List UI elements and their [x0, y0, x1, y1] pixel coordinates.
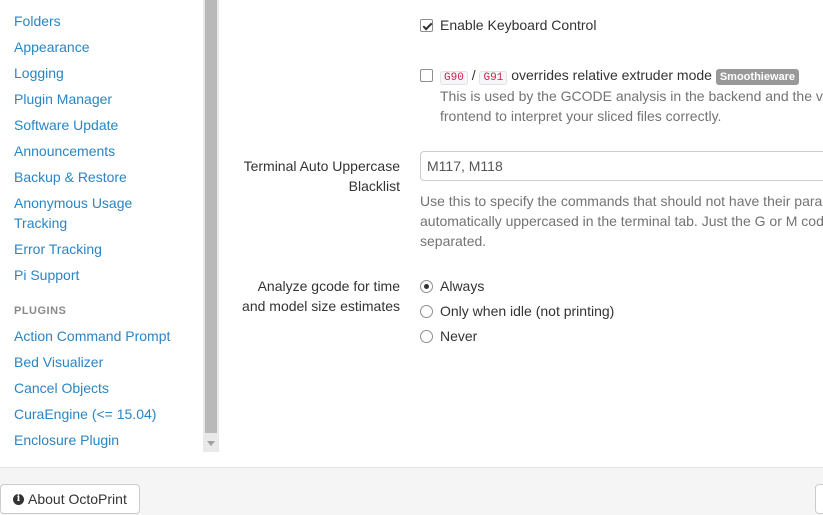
scroll-down-arrow-icon[interactable]	[203, 436, 219, 450]
sidebar-item-curaengine[interactable]: CuraEngine (<= 15.04)	[14, 404, 156, 424]
sidebar-scrollbar-thumb[interactable]	[205, 0, 217, 433]
analyze-gcode-option-idle: Only when idle (not printing)	[440, 303, 615, 319]
settings-sidebar: Folders Appearance Logging Plugin Manage…	[0, 0, 203, 462]
sidebar-item-bed-visualizer[interactable]: Bed Visualizer	[14, 352, 103, 372]
uppercase-blacklist-help-line2: automatically uppercased in the terminal…	[420, 213, 823, 229]
analyze-gcode-option-never: Never	[440, 328, 478, 344]
relative-extruder-help-line2: frontend to interpret your sliced files …	[440, 108, 722, 124]
relative-extruder-checkbox[interactable]	[420, 69, 433, 82]
analyze-gcode-radio-never[interactable]	[420, 330, 433, 343]
sidebar-item-anonymous-usage-tracking[interactable]: Anonymous Usage	[14, 193, 132, 213]
sidebar-item-software-update[interactable]: Software Update	[14, 115, 118, 135]
relative-extruder-help-line1: This is used by the GCODE analysis in th…	[440, 88, 823, 104]
sidebar-item-announcements[interactable]: Announcements	[14, 141, 115, 161]
code-separator: /	[471, 67, 476, 83]
analyze-gcode-radio-idle[interactable]	[420, 305, 433, 318]
sidebar-item-plugin-manager[interactable]: Plugin Manager	[14, 89, 112, 109]
analyze-gcode-label-line2: and model size estimates	[242, 298, 400, 314]
sidebar-item-action-command-prompt[interactable]: Action Command Prompt	[14, 326, 170, 346]
keyboard-control-checkbox[interactable]	[420, 19, 433, 32]
footer-right-button[interactable]	[815, 484, 823, 514]
analyze-gcode-option-always: Always	[440, 278, 485, 294]
about-octoprint-label: About OctoPrint	[28, 491, 127, 507]
uppercase-blacklist-help-line3: separated.	[420, 233, 487, 249]
sidebar-item-logging[interactable]: Logging	[14, 63, 64, 83]
keyboard-control-label: Enable Keyboard Control	[440, 17, 597, 33]
sidebar-item-backup-restore[interactable]: Backup & Restore	[14, 167, 127, 187]
info-circle-icon: i	[13, 493, 24, 505]
sidebar-item-enclosure-plugin[interactable]: Enclosure Plugin	[14, 430, 119, 450]
modal-footer: i About OctoPrint	[0, 467, 823, 515]
uppercase-blacklist-input[interactable]	[420, 151, 823, 181]
sidebar-item-pi-support[interactable]: Pi Support	[14, 265, 79, 285]
analyze-gcode-label-line1: Analyze gcode for time	[257, 278, 400, 294]
smoothieware-badge: Smoothieware	[715, 69, 800, 85]
sidebar-plugins-header: PLUGINS	[14, 305, 67, 317]
uppercase-blacklist-label-line2: Blacklist	[348, 178, 400, 194]
uppercase-blacklist-label-line1: Terminal Auto Uppercase	[243, 158, 400, 174]
sidebar-item-cancel-objects[interactable]: Cancel Objects	[14, 378, 109, 398]
relative-extruder-label-row: G90 / G91 overrides relative extruder mo…	[440, 65, 800, 88]
sidebar-item-appearance[interactable]: Appearance	[14, 37, 90, 57]
analyze-gcode-radio-always[interactable]	[420, 280, 433, 293]
relative-extruder-label: overrides relative extruder mode	[511, 67, 712, 83]
sidebar-item-error-tracking[interactable]: Error Tracking	[14, 239, 102, 259]
about-octoprint-button[interactable]: i About OctoPrint	[0, 484, 140, 514]
code-g90: G90	[440, 71, 468, 85]
sidebar-item-anonymous-usage-tracking-line2[interactable]: Tracking	[14, 213, 67, 233]
uppercase-blacklist-help-line1: Use this to specify the commands that sh…	[420, 193, 823, 209]
code-g91: G91	[479, 71, 508, 85]
sidebar-item-folders[interactable]: Folders	[14, 11, 61, 31]
